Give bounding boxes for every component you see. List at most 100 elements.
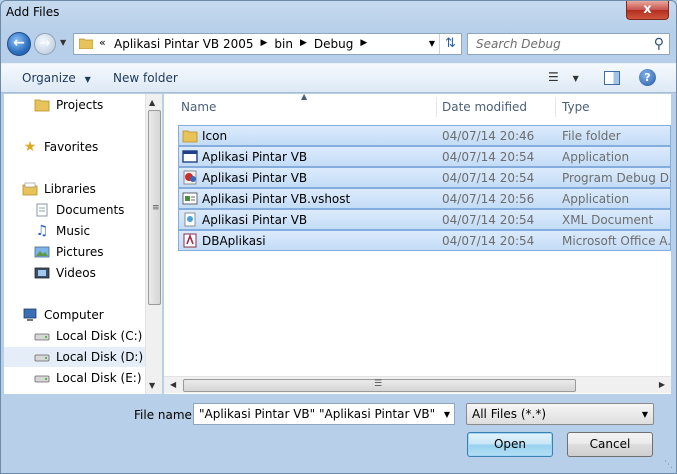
change-view-button[interactable]: ☰ ▼ [548, 70, 579, 84]
file-name: DBAplikasi [202, 234, 266, 248]
open-button[interactable]: Open [467, 432, 553, 457]
folder-icon [79, 38, 93, 49]
application-icon [182, 150, 198, 163]
file-type: File folder [562, 129, 621, 143]
file-date: 04/07/14 20:56 [442, 192, 535, 206]
file-name: Aplikasi Pintar VB [202, 150, 308, 164]
back-button[interactable]: ← [7, 32, 31, 56]
sidebar-item-label: Pictures [56, 245, 104, 259]
breadcrumb-item[interactable]: Debug [314, 37, 353, 51]
sidebar-item-computer[interactable]: Computer [22, 305, 145, 325]
title-bar[interactable]: Add Files x [1, 1, 676, 27]
details-view-icon: ☰ [548, 70, 559, 84]
folder-icon [182, 130, 198, 143]
sidebar-item-label: Music [56, 224, 91, 238]
file-date: 04/07/14 20:54 [442, 213, 535, 227]
sidebar-item-documents[interactable]: Documents [34, 200, 145, 220]
pictures-icon [34, 246, 50, 258]
breadcrumb-separator-icon[interactable]: ▶ [261, 38, 268, 52]
folder-icon [34, 99, 50, 112]
table-row[interactable]: DBAplikasi 04/07/14 20:54 Microsoft Offi… [178, 230, 671, 251]
sidebar-item-projects[interactable]: Projects [34, 95, 145, 115]
file-list-horizontal-scrollbar[interactable]: ◀ ☰ ▶ [164, 376, 671, 393]
navigation-pane-scrollbar[interactable]: ▲ ≡ ▼ [145, 94, 162, 394]
sidebar-item-local-disk-d[interactable]: Local Disk (D:) [4, 347, 145, 367]
help-icon[interactable]: ? [639, 69, 656, 86]
scroll-thumb[interactable]: ≡ [148, 110, 161, 305]
file-name-input[interactable]: "Aplikasi Pintar VB" "Aplikasi Pintar VB… [193, 403, 455, 425]
navigation-pane[interactable]: Projects ★ Favorites Libraries Documents… [4, 94, 145, 394]
breadcrumb-item[interactable]: bin [274, 37, 293, 51]
address-dropdown-icon[interactable]: ▼ [429, 39, 435, 48]
resize-grip-icon[interactable]: ⋱ [664, 460, 673, 470]
videos-icon [34, 267, 50, 279]
column-header-name[interactable]: Name [181, 100, 216, 114]
search-input[interactable]: Search Debug ⚲ [467, 33, 670, 55]
file-name: Aplikasi Pintar VB [202, 171, 308, 185]
column-header-date-modified[interactable]: Date modified [442, 100, 527, 114]
file-date: 04/07/14 20:54 [442, 171, 535, 185]
table-row[interactable]: Aplikasi Pintar VB 04/07/14 20:54 Applic… [178, 146, 671, 167]
vshost-icon [182, 192, 198, 205]
new-folder-button[interactable]: New folder [113, 71, 178, 85]
file-type-select[interactable]: All Files (*.*) ▼ [466, 403, 654, 425]
column-divider[interactable] [555, 97, 556, 117]
file-type: Microsoft Office A... [562, 234, 671, 248]
chevron-down-icon[interactable]: ▼ [444, 410, 450, 419]
chevron-down-icon: ▼ [641, 410, 648, 419]
breadcrumb-separator-icon[interactable]: ▶ [300, 38, 307, 52]
access-database-icon [183, 233, 197, 248]
table-row[interactable]: Aplikasi Pintar VB 04/07/14 20:54 XML Do… [178, 209, 671, 230]
grip-icon: ≡ [152, 203, 160, 213]
sidebar-item-label: Local Disk (E:) [56, 371, 142, 385]
scroll-up-icon[interactable]: ▲ [149, 98, 155, 107]
sidebar-item-label: Documents [56, 203, 125, 217]
sidebar-item-label: Local Disk (D:) [56, 350, 144, 364]
breadcrumb-item[interactable]: Aplikasi Pintar VB 2005 [114, 37, 254, 51]
file-type: Program Debug D... [562, 171, 671, 185]
close-button[interactable]: x [626, 1, 669, 20]
sort-ascending-icon: ▲ [301, 94, 308, 101]
preview-pane-icon[interactable] [604, 71, 620, 85]
table-row[interactable]: Icon 04/07/14 20:46 File folder [178, 125, 671, 146]
disk-icon [34, 354, 50, 362]
scroll-down-icon[interactable]: ▼ [149, 381, 155, 390]
refresh-icon: ⇅ [445, 36, 456, 51]
back-arrow-icon: ← [13, 35, 25, 51]
table-row[interactable]: Aplikasi Pintar VB.vshost 04/07/14 20:56… [178, 188, 671, 209]
file-date: 04/07/14 20:54 [442, 234, 535, 248]
refresh-button[interactable]: ⇅ [439, 34, 461, 54]
file-type: XML Document [562, 213, 654, 227]
cancel-button[interactable]: Cancel [567, 432, 653, 457]
address-bar[interactable]: « Aplikasi Pintar VB 2005 ▶ bin ▶ Debug … [73, 33, 462, 55]
scroll-thumb[interactable]: ☰ [183, 379, 576, 392]
sidebar-item-local-disk-c[interactable]: Local Disk (C:) [34, 326, 145, 346]
column-header-type[interactable]: Type [562, 100, 590, 114]
xml-document-icon [184, 212, 196, 227]
sidebar-item-label: Favorites [44, 140, 99, 154]
file-list[interactable]: ▲ Name Date modified Type Icon 04/07/14 … [164, 94, 671, 394]
sidebar-item-libraries[interactable]: Libraries [22, 179, 145, 199]
sidebar-item-videos[interactable]: Videos [34, 263, 145, 283]
breadcrumb-separator-icon[interactable]: ▶ [360, 38, 367, 52]
sidebar-item-music[interactable]: ♫ Music [34, 221, 145, 241]
scroll-right-icon[interactable]: ▶ [659, 380, 665, 389]
recent-pages-dropdown-icon[interactable]: ▼ [60, 38, 66, 47]
window-title: Add Files [6, 5, 60, 19]
organize-button[interactable]: Organize ▼ [22, 71, 91, 85]
sidebar-item-label: Videos [56, 266, 96, 280]
add-files-dialog: Add Files x ← → ▼ « Aplikasi Pintar VB 2… [0, 0, 677, 474]
computer-icon [23, 308, 37, 321]
organize-label: Organize [22, 71, 76, 85]
sidebar-item-label: Local Disk (C:) [56, 329, 143, 343]
sidebar-item-local-disk-e[interactable]: Local Disk (E:) [34, 368, 145, 388]
address-overflow-chevron[interactable]: « [99, 36, 106, 49]
grip-icon: ☰ [374, 379, 383, 389]
forward-button[interactable]: → [34, 33, 56, 55]
sidebar-item-favorites[interactable]: ★ Favorites [22, 137, 145, 157]
search-icon[interactable]: ⚲ [654, 36, 664, 52]
column-divider[interactable] [436, 97, 437, 117]
sidebar-item-pictures[interactable]: Pictures [34, 242, 145, 262]
table-row[interactable]: Aplikasi Pintar VB 04/07/14 20:54 Progra… [178, 167, 671, 188]
scroll-left-icon[interactable]: ◀ [170, 380, 176, 389]
